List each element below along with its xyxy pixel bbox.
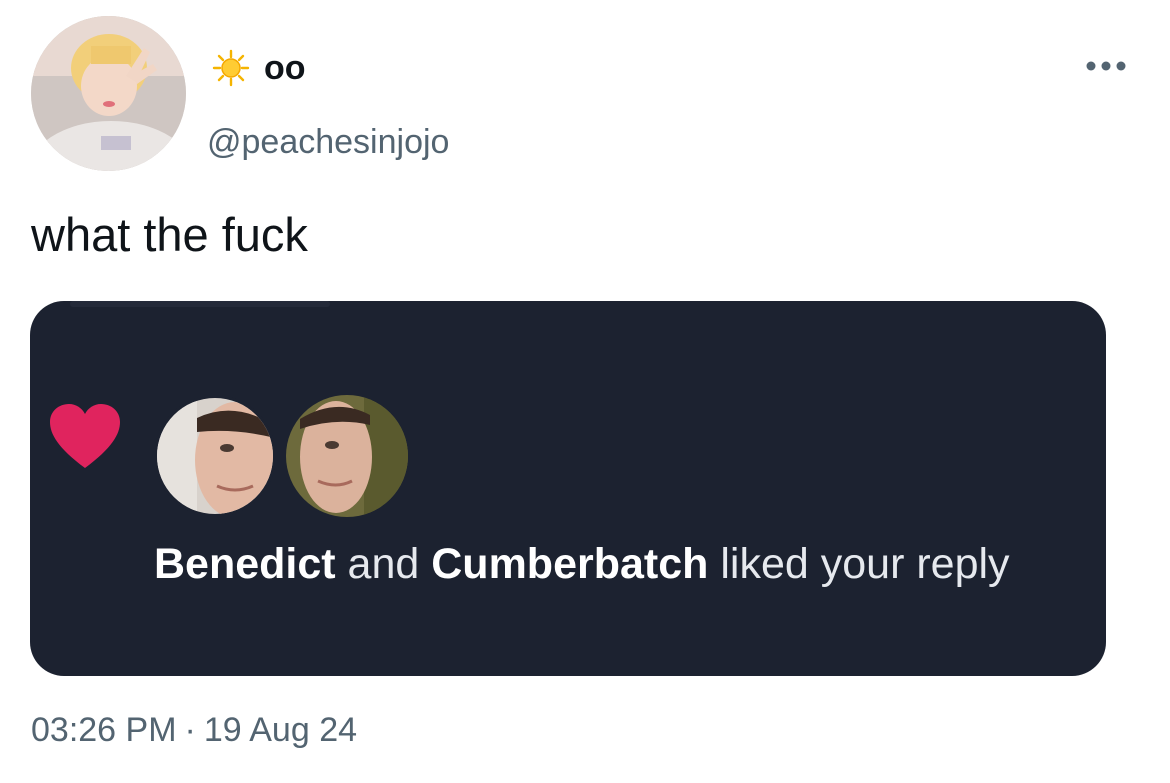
- face-photo-2: [286, 395, 408, 517]
- liker-avatar-2: [286, 395, 408, 517]
- tweet-date: 19 Aug 24: [203, 711, 358, 749]
- liker-avatar-1: [154, 395, 276, 517]
- tweet-time: 03:26 PM: [31, 711, 177, 749]
- sun-icon: [212, 49, 250, 87]
- notification-connector: and: [335, 540, 432, 588]
- display-name-text: oo: [264, 49, 306, 87]
- tweet-media-image[interactable]: Benedict and Cumberbatch liked your repl…: [30, 301, 1106, 676]
- timestamp-separator: ·: [184, 711, 196, 749]
- notification-suffix: liked your reply: [708, 540, 1010, 588]
- tweet-timestamp[interactable]: 03:26 PM · 19 Aug 24: [31, 708, 357, 752]
- like-notification-text: Benedict and Cumberbatch liked your repl…: [154, 535, 1094, 594]
- avatar-photo: [31, 16, 186, 171]
- user-handle[interactable]: @peachesinjojo: [207, 120, 449, 164]
- face-photo-1: [157, 398, 273, 514]
- tweet-text: what the fuck: [31, 208, 308, 261]
- tweet: oo @peachesinjojo what the fuck Benedict…: [0, 0, 1170, 783]
- more-options-button[interactable]: [1082, 50, 1130, 82]
- liker-name-2: Cumberbatch: [431, 540, 709, 588]
- display-name[interactable]: oo: [212, 46, 306, 90]
- media-edge-artifact: [70, 301, 330, 307]
- liker-name-1: Benedict: [154, 540, 336, 588]
- heart-icon: [50, 404, 120, 468]
- user-avatar[interactable]: [31, 16, 186, 171]
- more-horizontal-icon: [1086, 61, 1126, 71]
